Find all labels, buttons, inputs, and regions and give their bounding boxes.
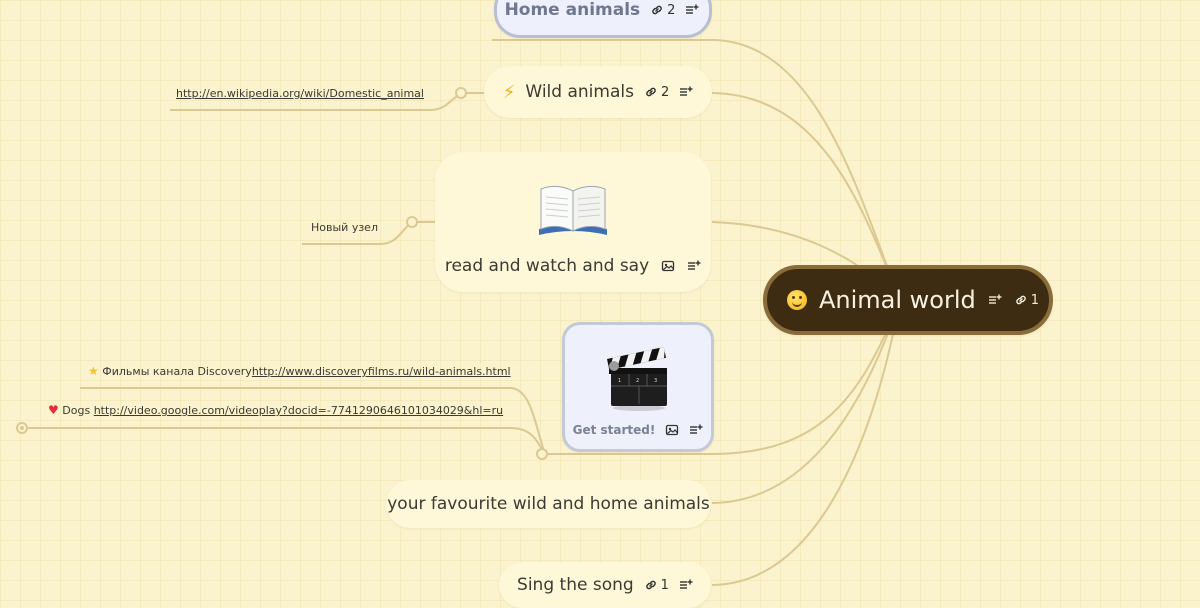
- node-label: Home animals: [504, 0, 641, 20]
- subnode-dogs[interactable]: ♥ Dogs http://video.google.com/videoplay…: [48, 403, 503, 417]
- root-node-animal-world[interactable]: Animal world 1: [763, 265, 1053, 335]
- node-wild-animals[interactable]: ⚡ Wild animals 2: [484, 66, 712, 118]
- node-get-started[interactable]: 1 2 3 Get started!: [562, 322, 714, 452]
- book-icon: [533, 179, 613, 248]
- svg-text:2: 2: [636, 378, 639, 384]
- link-count: 1: [644, 578, 669, 593]
- link-icon: [650, 3, 664, 17]
- notes-icon[interactable]: [988, 293, 1002, 307]
- star-icon: ★: [88, 364, 99, 378]
- clapperboard-icon: 1 2 3: [603, 346, 673, 417]
- subnode-discovery[interactable]: ★ Фильмы канала Discoveryhttp://www.disc…: [88, 364, 511, 378]
- subnode-text: Dogs: [62, 404, 91, 417]
- subnode-label: Новый узел: [311, 221, 378, 234]
- notes-icon[interactable]: [679, 578, 693, 592]
- notes-icon[interactable]: [689, 423, 703, 437]
- link-icon: [644, 578, 658, 592]
- notes-icon[interactable]: [687, 259, 701, 273]
- notes-icon[interactable]: [679, 85, 693, 99]
- node-label: read and watch and say: [444, 256, 650, 276]
- node-label: Get started!: [572, 423, 656, 437]
- root-label: Animal world: [819, 286, 976, 314]
- subnode-wiki-link[interactable]: http://en.wikipedia.org/wiki/Domestic_an…: [176, 87, 424, 100]
- node-label: your favourite wild and home animals: [387, 494, 710, 514]
- collapse-handle-getstarted: [536, 448, 548, 460]
- link-count: 2: [644, 85, 669, 100]
- link-count: 1: [1014, 293, 1039, 308]
- lightning-icon: ⚡: [502, 81, 516, 103]
- collapse-handle-read: [406, 216, 418, 228]
- connector-dogs: [28, 427, 546, 455]
- node-label: Sing the song: [517, 575, 634, 595]
- wiki-link[interactable]: http://en.wikipedia.org/wiki/Domestic_an…: [176, 87, 424, 100]
- discovery-link[interactable]: http://www.discoveryfilms.ru/wild-animal…: [252, 365, 511, 378]
- link-count: 2: [650, 3, 675, 18]
- link-icon: [1014, 293, 1028, 307]
- node-home-animals[interactable]: Home animals 2: [494, 0, 712, 38]
- subnode-text: Фильмы канала Discovery: [102, 365, 252, 378]
- svg-text:1: 1: [618, 378, 621, 384]
- svg-text:3: 3: [654, 378, 657, 384]
- collapse-handle-wild: [455, 87, 467, 99]
- node-label: Wild animals: [525, 82, 634, 102]
- smiley-icon: [787, 290, 807, 310]
- subnode-new-node[interactable]: Новый узел: [311, 221, 378, 234]
- node-read-watch-say[interactable]: read and watch and say: [435, 152, 711, 292]
- image-icon[interactable]: [665, 423, 679, 437]
- link-icon: [644, 85, 658, 99]
- notes-icon[interactable]: [685, 3, 699, 17]
- connector-discovery: [80, 387, 546, 455]
- connector-sing: [711, 299, 901, 586]
- node-favourite-animals[interactable]: your favourite wild and home animals: [386, 480, 711, 528]
- heart-icon: ♥: [48, 403, 59, 417]
- dogs-link[interactable]: http://video.google.com/videoplay?docid=…: [94, 404, 503, 417]
- image-icon[interactable]: [661, 259, 675, 273]
- node-sing-the-song[interactable]: Sing the song 1: [499, 562, 711, 608]
